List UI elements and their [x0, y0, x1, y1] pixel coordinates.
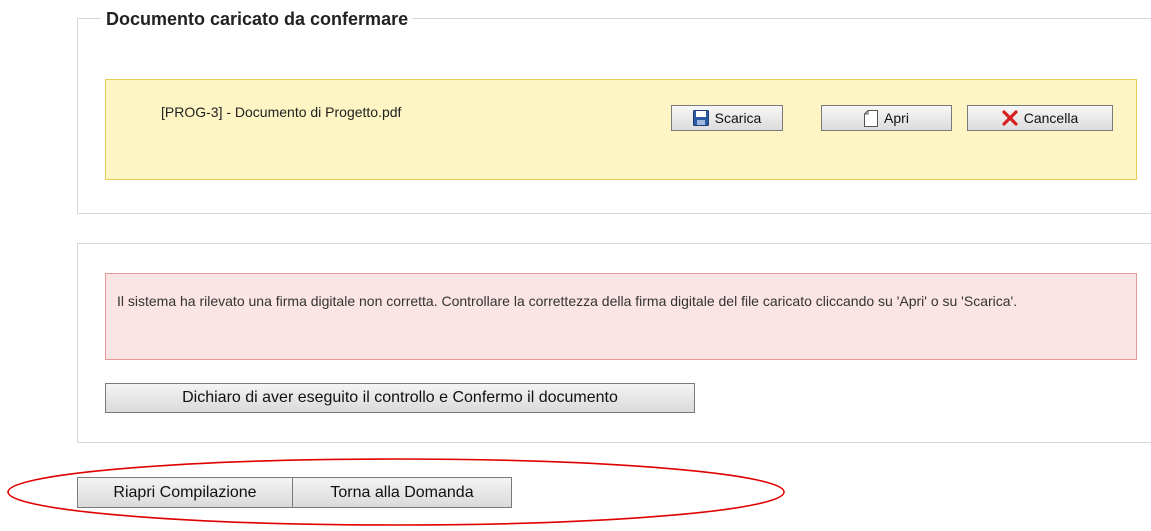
delete-button[interactable]: Cancella: [967, 105, 1113, 131]
document-icon: [864, 109, 879, 127]
document-file-name: [PROG-3] - Documento di Progetto.pdf: [161, 104, 402, 120]
open-button[interactable]: Apri: [821, 105, 952, 131]
fieldset-legend: Documento caricato da confermare: [101, 8, 413, 30]
reopen-compilation-button[interactable]: Riapri Compilazione: [77, 477, 293, 508]
open-button-label: Apri: [884, 110, 909, 126]
download-button-label: Scarica: [714, 110, 762, 126]
signature-error-message: Il sistema ha rilevato una firma digital…: [105, 273, 1137, 360]
delete-button-label: Cancella: [1023, 110, 1079, 126]
floppy-disk-icon: [692, 110, 709, 126]
confirm-document-button[interactable]: Dichiaro di aver eseguito il controllo e…: [105, 383, 695, 413]
red-x-icon: [1002, 110, 1018, 126]
download-button[interactable]: Scarica: [671, 105, 783, 131]
document-box: [PROG-3] - Documento di Progetto.pdf Sca…: [105, 79, 1137, 180]
back-to-application-button[interactable]: Torna alla Domanda: [292, 477, 512, 508]
